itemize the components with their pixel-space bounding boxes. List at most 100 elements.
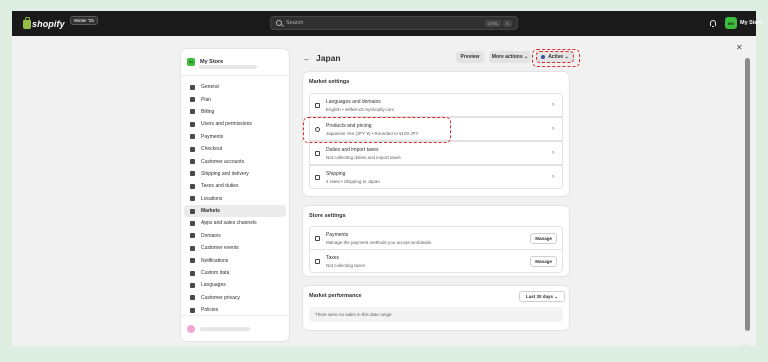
sidebar-item-plan[interactable]: Plan [184, 93, 286, 105]
notification-bell-icon[interactable] [710, 20, 716, 27]
row-taxes: Taxes Not collecting taxes Manage [309, 249, 563, 273]
more-actions-button[interactable]: More actions ⌄ [489, 51, 531, 63]
store-settings-card: Store settings Payments Manage the paymen… [303, 206, 569, 276]
nav-list: General Plan Billing Users and permissions P… [181, 81, 289, 316]
sidebar-item-label: Users and permissions [201, 121, 252, 128]
sidebar-item-label: Domains [201, 232, 221, 239]
row-duties-taxes[interactable]: Duties and import taxes Not collecting du… [309, 141, 563, 165]
nav-store-avatar: MS [187, 58, 195, 66]
date-range-label: Last 30 days [525, 294, 553, 299]
card-title: Store settings [309, 213, 346, 219]
chevron-down-icon: ⌄ [522, 54, 529, 60]
payments-icon [315, 235, 320, 241]
sidebar-item-checkout[interactable]: Checkout [184, 143, 286, 155]
chevron-right-icon: › [552, 150, 554, 156]
row-shipping[interactable]: Shipping 2 rates • Shipping to Japan › [309, 165, 563, 189]
nav-store-header: MS My Store [181, 49, 289, 76]
users-icon [190, 121, 195, 127]
row-title: Duties and import taxes [326, 146, 379, 153]
manage-taxes-button[interactable]: Manage [530, 255, 557, 267]
manage-payments-button[interactable]: Manage [530, 232, 557, 244]
edition-badge[interactable]: Winter '25 [69, 16, 98, 25]
highlight-products-pricing [303, 117, 451, 143]
logo-wordmark: shopify [32, 18, 65, 29]
row-subtitle: English • s9lfe6-x0.myshopify.com [326, 106, 395, 112]
apps-icon [190, 220, 195, 226]
store-menu-name[interactable]: My Store [740, 20, 763, 26]
chevron-down-icon: ⌄ [552, 293, 559, 299]
sidebar-item-notifications[interactable]: Notifications [184, 254, 286, 266]
chevron-right-icon: › [552, 174, 554, 180]
billing-icon [190, 109, 195, 115]
sidebar-item-markets[interactable]: Markets [184, 204, 286, 218]
sidebar-item-languages[interactable]: Languages [184, 279, 286, 291]
plan-icon [190, 97, 195, 103]
user-avatar [187, 324, 195, 333]
languages-icon [315, 102, 320, 108]
row-payments: Payments Manage the payment methods you a… [309, 226, 563, 250]
sidebar-item-label: Shipping and delivery [201, 170, 249, 177]
chevron-right-icon: › [552, 102, 554, 108]
row-title: Languages and domains [326, 98, 381, 105]
row-subtitle: 2 rates • Shipping to Japan [326, 178, 380, 184]
sidebar-item-label: Notifications [201, 257, 229, 264]
globe-icon [190, 208, 195, 214]
market-performance-card: Market performance Last 30 days ⌄ There … [303, 286, 569, 330]
search-input[interactable]: Search CTRL K [270, 16, 518, 30]
sidebar-item-customer-privacy[interactable]: Customer privacy [184, 292, 286, 304]
sidebar-item-billing[interactable]: Billing [184, 106, 286, 118]
shopify-logo[interactable]: shopify [23, 16, 65, 29]
shortcut-k: K [503, 19, 512, 27]
close-icon[interactable]: ✕ [736, 43, 743, 52]
shortcut-ctrl: CTRL [484, 19, 502, 27]
sidebar-item-label: Markets [201, 208, 220, 215]
sidebar-item-taxes-and-duties[interactable]: Taxes and duties [184, 180, 286, 192]
sidebar-item-label: Taxes and duties [201, 183, 239, 190]
back-arrow-icon[interactable]: ← [303, 54, 311, 63]
row-subtitle: Manage the payment methods you accept wo… [326, 239, 433, 245]
sidebar-item-label: Checkout [201, 146, 223, 153]
sidebar-item-locations[interactable]: Locations [184, 193, 286, 205]
bell-icon [190, 258, 195, 264]
truck-icon [190, 171, 195, 177]
sidebar-item-customer-events[interactable]: Customer events [184, 242, 286, 254]
duties-icon [315, 150, 320, 156]
checkout-icon [190, 146, 195, 152]
date-range-button[interactable]: Last 30 days ⌄ [519, 291, 565, 302]
search-placeholder: Search [286, 20, 304, 26]
customer-accounts-icon [190, 159, 195, 165]
sidebar-item-domains[interactable]: Domains [184, 230, 286, 242]
domains-icon [190, 233, 195, 239]
row-title: Payments [326, 231, 349, 238]
policies-icon [190, 307, 195, 313]
sidebar-item-label: Locations [201, 195, 223, 202]
sidebar-item-general[interactable]: General [184, 81, 286, 93]
scrollbar[interactable] [745, 58, 750, 331]
sidebar-item-apps-and-sales-channels[interactable]: Apps and sales channels [184, 217, 286, 229]
sidebar-item-users-and-permissions[interactable]: Users and permissions [184, 118, 286, 130]
dash-mark: − [743, 342, 746, 347]
languages-icon [190, 282, 195, 288]
truck-icon [315, 174, 320, 180]
store-icon [190, 84, 195, 90]
sidebar-item-label: Custom data [201, 270, 230, 277]
chevron-right-icon: › [552, 126, 554, 132]
sidebar-item-customer-accounts[interactable]: Customer accounts [184, 155, 286, 167]
sidebar-item-label: Plan [201, 96, 212, 103]
sidebar-item-label: Customer privacy [201, 294, 240, 301]
preview-button[interactable]: Preview [456, 51, 484, 63]
sidebar-item-label: Payments [201, 133, 224, 140]
sidebar-item-label: General [201, 84, 219, 91]
sidebar-item-custom-data[interactable]: Custom data [184, 267, 286, 279]
sidebar-item-payments[interactable]: Payments [184, 131, 286, 143]
store-avatar[interactable]: MS [725, 17, 737, 29]
user-name-placeholder [200, 326, 250, 331]
nav-user-footer[interactable] [181, 315, 289, 341]
events-icon [190, 245, 195, 251]
row-languages-domains[interactable]: Languages and domains English • s9lfe6-x0… [309, 93, 563, 117]
row-title: Shipping [326, 170, 346, 177]
card-title: Market performance [309, 293, 362, 299]
sidebar-item-label: Policies [201, 307, 219, 314]
sidebar-item-shipping-and-delivery[interactable]: Shipping and delivery [184, 168, 286, 180]
taxes-icon [190, 183, 195, 189]
